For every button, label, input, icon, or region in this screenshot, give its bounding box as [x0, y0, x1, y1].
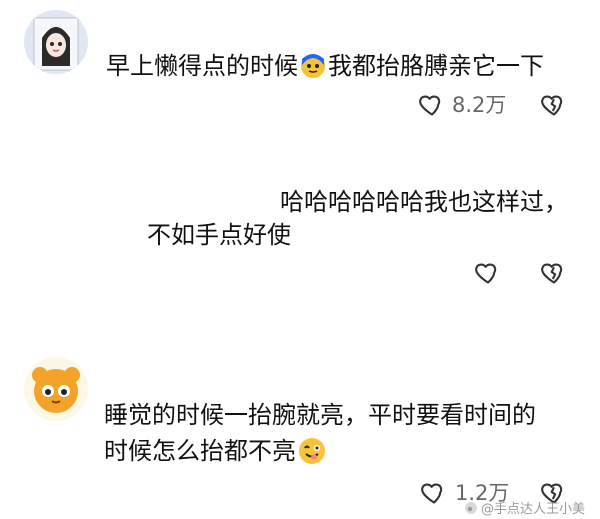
reply-text-line: 不如手点好使: [147, 221, 291, 249]
like-heart-icon[interactable]: [474, 258, 502, 286]
avatar[interactable]: [24, 357, 88, 421]
comment-text-line: 睡觉的时候一抬腕就亮，平时要看时间的: [104, 401, 536, 429]
drooling-face-emoji-icon: [298, 437, 326, 465]
comment-text-part: 时候怎么抬都不亮: [104, 437, 296, 465]
comment-text-part: 早上懒得点的时候: [106, 52, 298, 80]
avatar[interactable]: [24, 10, 88, 74]
face-emoji-icon: [300, 53, 326, 79]
dislike-broken-heart-icon[interactable]: [540, 90, 568, 118]
avatar-cartoon-icon: [24, 357, 88, 421]
comment-text-part: 我都抬胳膊亲它一下: [328, 52, 544, 80]
watermark: @手点达人王小美: [464, 498, 585, 517]
comment-text: 早上懒得点的时候 我都抬胳膊亲它一下: [106, 51, 544, 81]
comment-text-line: 时候怎么抬都不亮: [104, 436, 326, 466]
like-heart-icon[interactable]: [418, 90, 446, 118]
weibo-logo-icon: [464, 501, 478, 515]
like-count: 8.2万: [452, 93, 507, 117]
dislike-broken-heart-icon[interactable]: [540, 258, 568, 286]
reply-text-line: 哈哈哈哈哈哈我也这样过，: [280, 188, 568, 216]
watermark-text: @手点达人王小美: [481, 502, 586, 517]
avatar-illustration-icon: [24, 10, 88, 74]
like-heart-icon[interactable]: [420, 478, 448, 506]
